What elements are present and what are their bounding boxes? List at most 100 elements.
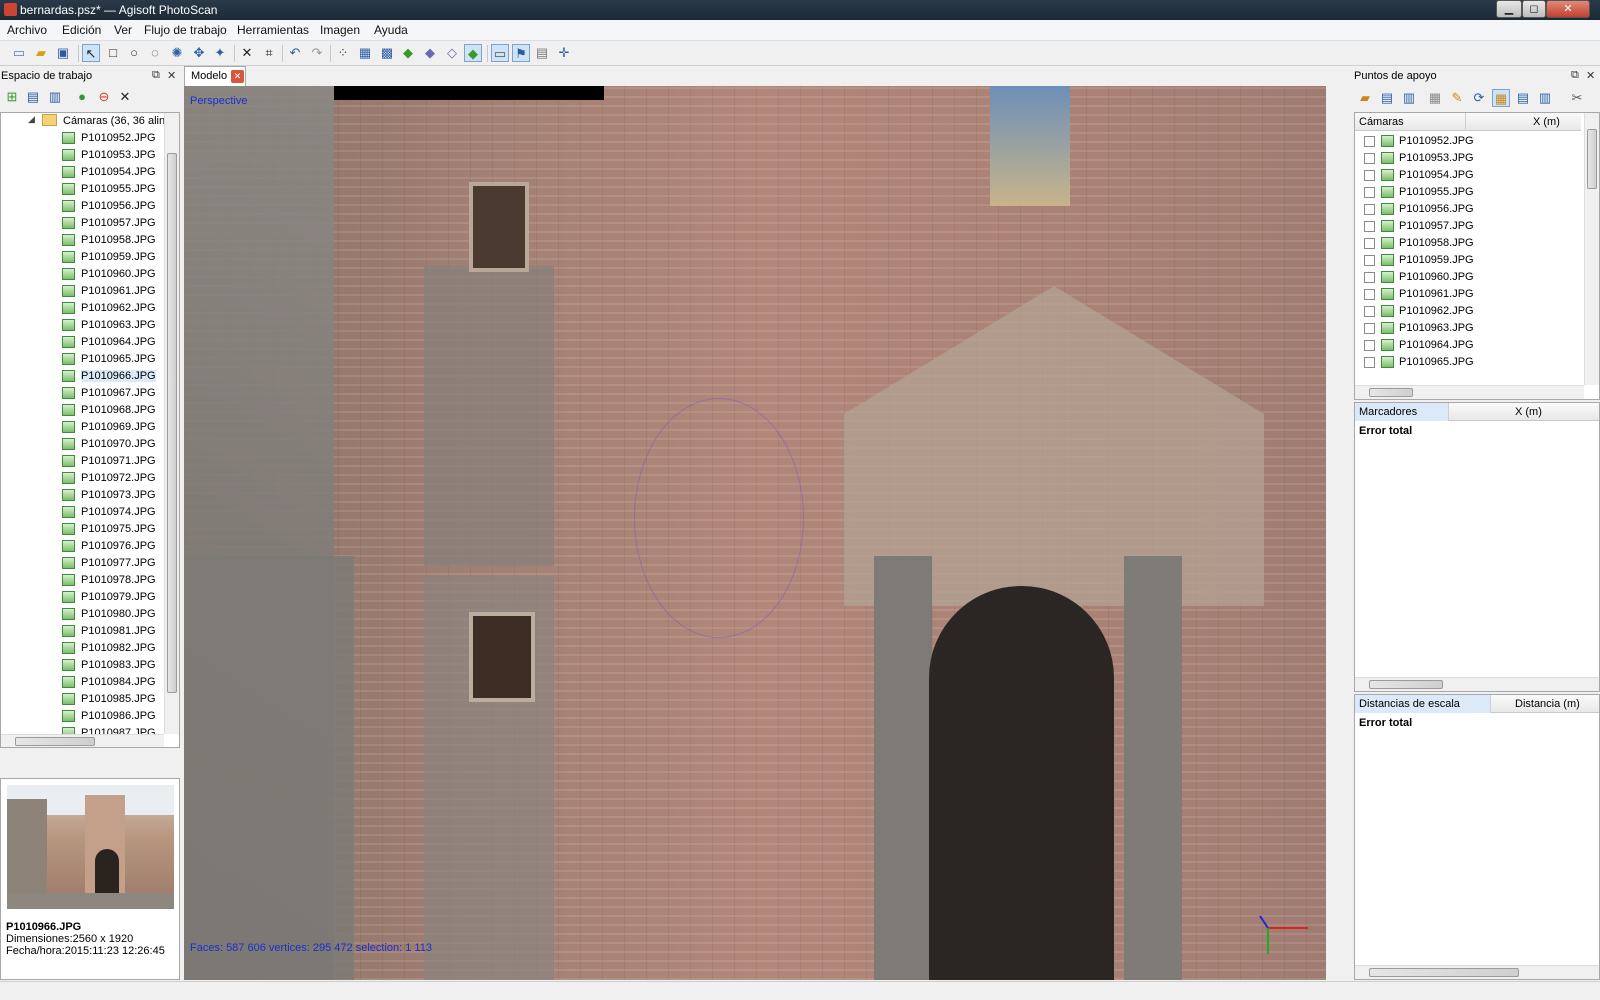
add-photos-icon[interactable]: ▤ (24, 88, 42, 106)
show-markers-icon[interactable]: ⚑ (512, 44, 530, 62)
gcp-camera-row[interactable]: P1010956.JPG (1355, 201, 1581, 218)
scale-distances-column[interactable]: Distancias de escala (1359, 698, 1460, 710)
markers-x-column[interactable]: X (m) (1515, 406, 1542, 418)
reset-view-icon[interactable]: ✛ (555, 44, 573, 62)
menu-flujo-de-trabajo[interactable]: Flujo de trabajo (144, 23, 227, 37)
export-markers-icon[interactable]: ▥ (1400, 89, 1418, 107)
markers-column[interactable]: Marcadores (1359, 406, 1417, 418)
export-icon[interactable]: ▤ (1378, 89, 1396, 107)
camera-tree-item[interactable]: P1010953.JPG (1, 147, 179, 164)
gcp-camera-checkbox[interactable] (1364, 153, 1375, 164)
free-form-selection-icon[interactable]: ◌ (146, 44, 164, 62)
menu-herramientas[interactable]: Herramientas (237, 23, 309, 37)
camera-tree-item[interactable]: P1010957.JPG (1, 215, 179, 232)
ground-control-undock-icon[interactable]: ⧉ (1571, 69, 1579, 82)
scale-object-icon[interactable]: ✦ (211, 44, 229, 62)
camera-tree-item[interactable]: P1010974.JPG (1, 504, 179, 521)
gcp-camera-checkbox[interactable] (1364, 272, 1375, 283)
crop-selection-icon[interactable]: ⌗ (260, 44, 278, 62)
dense-cloud-icon[interactable]: ▦ (356, 44, 374, 62)
view-source-icon[interactable]: ▦ (1492, 89, 1510, 107)
menu-imagen[interactable]: Imagen (320, 23, 360, 37)
wireframe-model-icon[interactable]: ◇ (443, 44, 461, 62)
delete-selection-icon[interactable]: ✕ (238, 44, 256, 62)
camera-tree-item[interactable]: P1010964.JPG (1, 334, 179, 351)
camera-tree-item[interactable]: P1010981.JPG (1, 623, 179, 640)
maximize-button[interactable]: ◻ (1522, 0, 1546, 18)
show-region-icon[interactable]: ▤ (533, 44, 551, 62)
camera-tree-item[interactable]: P1010967.JPG (1, 385, 179, 402)
save-icon[interactable]: ▣ (54, 44, 72, 62)
menu-ayuda[interactable]: Ayuda (374, 23, 408, 37)
menu-archivo[interactable]: Archivo (7, 23, 47, 37)
camera-tree-item[interactable]: P1010986.JPG (1, 708, 179, 725)
camera-tree-item[interactable]: P1010954.JPG (1, 164, 179, 181)
dense-cloud-classes-icon[interactable]: ▩ (378, 44, 396, 62)
shaded-model-icon[interactable]: ◆ (399, 44, 417, 62)
camera-tree-item[interactable]: P1010985.JPG (1, 691, 179, 708)
gcp-camera-checkbox[interactable] (1364, 221, 1375, 232)
reference-settings-icon[interactable]: ▦ (1426, 89, 1444, 107)
circle-selection-icon[interactable]: ○ (125, 44, 143, 62)
scale-distance-m-column[interactable]: Distancia (m) (1515, 698, 1580, 710)
gcp-camera-row[interactable]: P1010962.JPG (1355, 303, 1581, 320)
gcp-cameras-hscroll-thumb[interactable] (1369, 388, 1413, 397)
open-folder-icon[interactable]: ▰ (32, 44, 50, 62)
camera-tree-item[interactable]: P1010959.JPG (1, 249, 179, 266)
gcp-camera-checkbox[interactable] (1364, 170, 1375, 181)
ground-control-close-icon[interactable]: ✕ (1586, 69, 1595, 82)
photo-thumbnail[interactable] (7, 785, 174, 909)
camera-tree-item[interactable]: P1010963.JPG (1, 317, 179, 334)
gcp-camera-row[interactable]: P1010957.JPG (1355, 218, 1581, 235)
gcp-camera-checkbox[interactable] (1364, 340, 1375, 351)
camera-tree-item[interactable]: P1010976.JPG (1, 538, 179, 555)
workspace-undock-icon[interactable]: ⧉ (152, 69, 160, 82)
gcp-camera-row[interactable]: P1010959.JPG (1355, 252, 1581, 269)
solid-model-icon[interactable]: ◆ (421, 44, 439, 62)
workspace-hscroll-thumb[interactable] (15, 737, 95, 746)
scale-horizontal-scrollbar[interactable] (1355, 965, 1599, 979)
gcp-camera-checkbox[interactable] (1364, 306, 1375, 317)
rectangle-selection-icon[interactable]: □ (104, 44, 122, 62)
model-viewport[interactable]: Perspective Faces: 587 606 vertices: 295… (184, 86, 1326, 980)
add-chunk-icon[interactable]: ⊞ (3, 88, 21, 106)
undo-icon[interactable]: ↶ (286, 44, 304, 62)
settings-icon[interactable]: ✂ (1568, 89, 1586, 107)
move-object-icon[interactable]: ✥ (190, 44, 208, 62)
update-icon[interactable]: ⟳ (1470, 89, 1488, 107)
gcp-camera-checkbox[interactable] (1364, 357, 1375, 368)
camera-tree-item[interactable]: P1010983.JPG (1, 657, 179, 674)
camera-tree-item[interactable]: P1010970.JPG (1, 436, 179, 453)
gcp-camera-row[interactable]: P1010963.JPG (1355, 320, 1581, 337)
camera-tree-item[interactable]: P1010975.JPG (1, 521, 179, 538)
gcp-cameras-horizontal-scrollbar[interactable] (1355, 385, 1584, 399)
minimize-button[interactable]: ▁ (1496, 0, 1522, 18)
gcp-camera-checkbox[interactable] (1364, 289, 1375, 300)
camera-tree-item[interactable]: P1010958.JPG (1, 232, 179, 249)
tree-group-cameras[interactable]: ◢ Cámaras (36, 36 alin (1, 113, 179, 130)
markers-hscroll-thumb[interactable] (1369, 680, 1443, 689)
gcp-x-column[interactable]: X (m) (1533, 116, 1560, 128)
camera-tree-item[interactable]: P1010955.JPG (1, 181, 179, 198)
gcp-camera-row[interactable]: P1010953.JPG (1355, 150, 1581, 167)
gcp-camera-checkbox[interactable] (1364, 187, 1375, 198)
tab-close-icon[interactable]: ✕ (231, 70, 244, 83)
camera-tree-item[interactable]: P1010979.JPG (1, 589, 179, 606)
camera-tree-item[interactable]: P1010971.JPG (1, 453, 179, 470)
gcp-camera-checkbox[interactable] (1364, 136, 1375, 147)
camera-tree-item[interactable]: P1010968.JPG (1, 402, 179, 419)
gcp-camera-row[interactable]: P1010954.JPG (1355, 167, 1581, 184)
view-errors-icon[interactable]: ▥ (1536, 89, 1554, 107)
workspace-close-icon[interactable]: ✕ (167, 69, 176, 82)
camera-tree-item[interactable]: P1010962.JPG (1, 300, 179, 317)
camera-tree-item[interactable]: P1010980.JPG (1, 606, 179, 623)
gcp-cameras-vertical-scrollbar[interactable] (1584, 113, 1599, 385)
workspace-scroll-thumb[interactable] (167, 153, 177, 693)
gcp-camera-row[interactable]: P1010965.JPG (1355, 354, 1581, 371)
camera-tree-item[interactable]: P1010960.JPG (1, 266, 179, 283)
camera-tree-item[interactable]: P1010984.JPG (1, 674, 179, 691)
gcp-camera-checkbox[interactable] (1364, 238, 1375, 249)
import-icon[interactable]: ▰ (1356, 89, 1374, 107)
point-cloud-icon[interactable]: ⁘ (334, 44, 352, 62)
camera-tree-item[interactable]: P1010961.JPG (1, 283, 179, 300)
